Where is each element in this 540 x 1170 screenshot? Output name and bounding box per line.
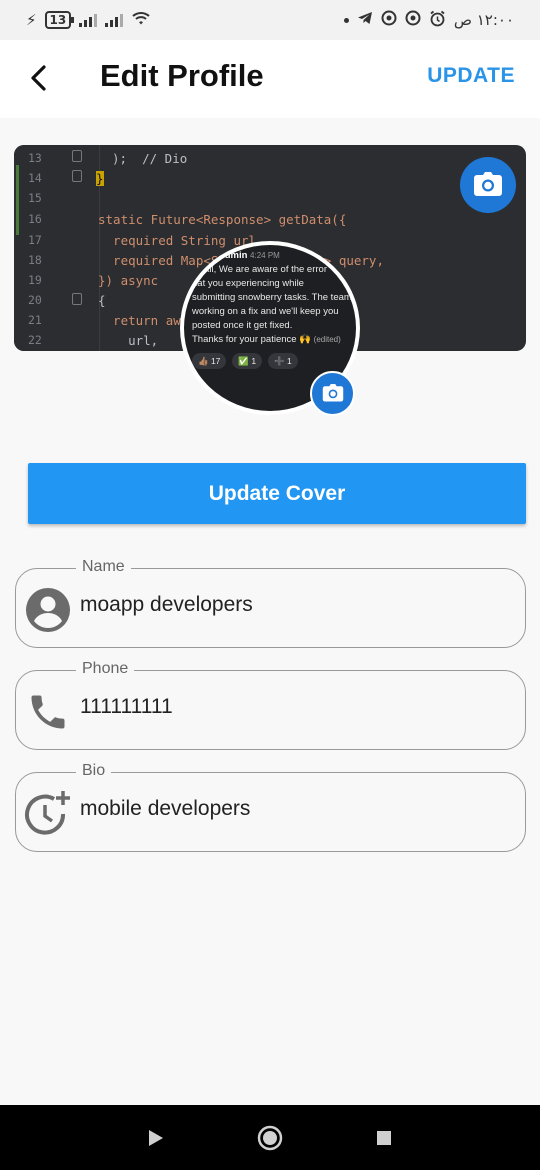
sync-icon: [381, 10, 397, 30]
back-button[interactable]: [22, 60, 58, 96]
telegram-icon: [357, 10, 373, 30]
edited-label: (edited): [313, 335, 341, 344]
alarm-icon: [429, 10, 446, 31]
code-line: url,: [98, 333, 159, 348]
status-bar: ⚡ 13 ١٢:٠٠ ص: [0, 0, 540, 40]
line-number: 17: [28, 233, 42, 247]
home-circle-icon: [257, 1125, 283, 1150]
phone-field[interactable]: Phone: [15, 660, 526, 750]
battery-icon: 13: [44, 11, 74, 29]
signal-icon: [79, 13, 98, 27]
bio-field[interactable]: Bio: [15, 762, 526, 852]
name-input[interactable]: [80, 593, 510, 617]
chat-sender: Admin: [217, 250, 248, 261]
line-number: 18: [28, 253, 42, 267]
nav-home-button[interactable]: [255, 1123, 285, 1153]
status-left: ⚡ 13: [26, 10, 151, 30]
battery-level: 13: [49, 13, 67, 27]
charging-icon: ⚡: [26, 11, 37, 29]
clock: ١٢:٠٠ ص: [453, 11, 514, 29]
phone-input[interactable]: [80, 695, 510, 719]
bio-input[interactable]: [80, 797, 510, 821]
update-button[interactable]: UPDATE: [427, 64, 515, 88]
line-number: 15: [28, 191, 42, 205]
app-bar: Edit Profile UPDATE: [0, 40, 540, 118]
chat-line-last: Thanks for your patience 🙌 (edited): [192, 333, 356, 347]
reaction-chip: ➕ 1: [268, 353, 298, 369]
sync-icon-2: [405, 10, 421, 30]
status-right: ١٢:٠٠ ص: [343, 10, 514, 31]
line-number: 13: [28, 151, 42, 165]
change-avatar-button[interactable]: [310, 371, 355, 416]
phone-icon: [24, 688, 72, 736]
chat-header: nnel Admin 4:24 PM: [192, 249, 356, 263]
code-line: }) async: [98, 273, 159, 288]
channel-tag: nnel: [192, 250, 216, 261]
chat-line: hat you experiencing while: [192, 278, 304, 289]
avatar-chat-message: nnel Admin 4:24 PM llo all, We are aware…: [192, 249, 356, 369]
name-label: Name: [76, 558, 131, 576]
camera-icon: [474, 172, 502, 196]
code-line: }: [96, 171, 104, 186]
code-line: static Future<Response> getData({: [98, 212, 347, 227]
chat-line: submitting snowberry tasks. The team: [192, 292, 352, 303]
chat-line: working on a fix and we'll keep you: [192, 306, 339, 317]
arrow-back-icon: [31, 65, 46, 91]
line-number: 19: [28, 273, 42, 287]
fold-marker-icon: [72, 150, 82, 162]
change-cover-button[interactable]: [460, 157, 516, 213]
wifi-icon: [131, 10, 151, 30]
name-field[interactable]: Name: [15, 558, 526, 648]
line-number: 16: [28, 212, 42, 226]
triangle-back-icon: [149, 1129, 163, 1146]
reactions: 👍🏽 17 ✅ 1 ➕ 1: [192, 353, 356, 369]
account-circle-icon: [24, 586, 72, 634]
line-number: 20: [28, 293, 42, 307]
line-number: 21: [28, 313, 42, 327]
update-cover-button[interactable]: Update Cover: [28, 463, 526, 524]
system-nav-bar: [0, 1105, 540, 1170]
signal-icon-2: [105, 13, 124, 27]
bio-label: Bio: [76, 762, 112, 780]
chat-line: Thanks for your patience 🙌: [192, 334, 312, 345]
phone-label: Phone: [76, 660, 135, 678]
nav-back-button[interactable]: [141, 1123, 171, 1153]
fold-marker-icon: [72, 293, 82, 305]
code-line: {: [98, 293, 106, 308]
history-add-icon: [24, 790, 72, 838]
change-marker: [16, 165, 19, 235]
fold-marker-icon: [72, 170, 82, 182]
nav-recents-button[interactable]: [369, 1123, 399, 1153]
code-gutter: [14, 145, 100, 351]
square-recents-icon: [377, 1130, 391, 1145]
code-line: ); // Dio: [112, 151, 188, 166]
page-title: Edit Profile: [100, 58, 264, 93]
notification-dot-icon: [343, 17, 349, 23]
reaction-chip: 👍🏽 17: [192, 353, 227, 369]
chat-line: llo all, We are aware of the error: [192, 264, 327, 275]
reaction-chip: ✅ 1: [232, 353, 263, 369]
line-number: 22: [28, 333, 42, 347]
line-number: 14: [28, 171, 42, 185]
chat-time: 4:24 PM: [250, 251, 280, 260]
camera-icon: [322, 384, 343, 402]
chat-line: posted once it get fixed.: [192, 320, 293, 331]
